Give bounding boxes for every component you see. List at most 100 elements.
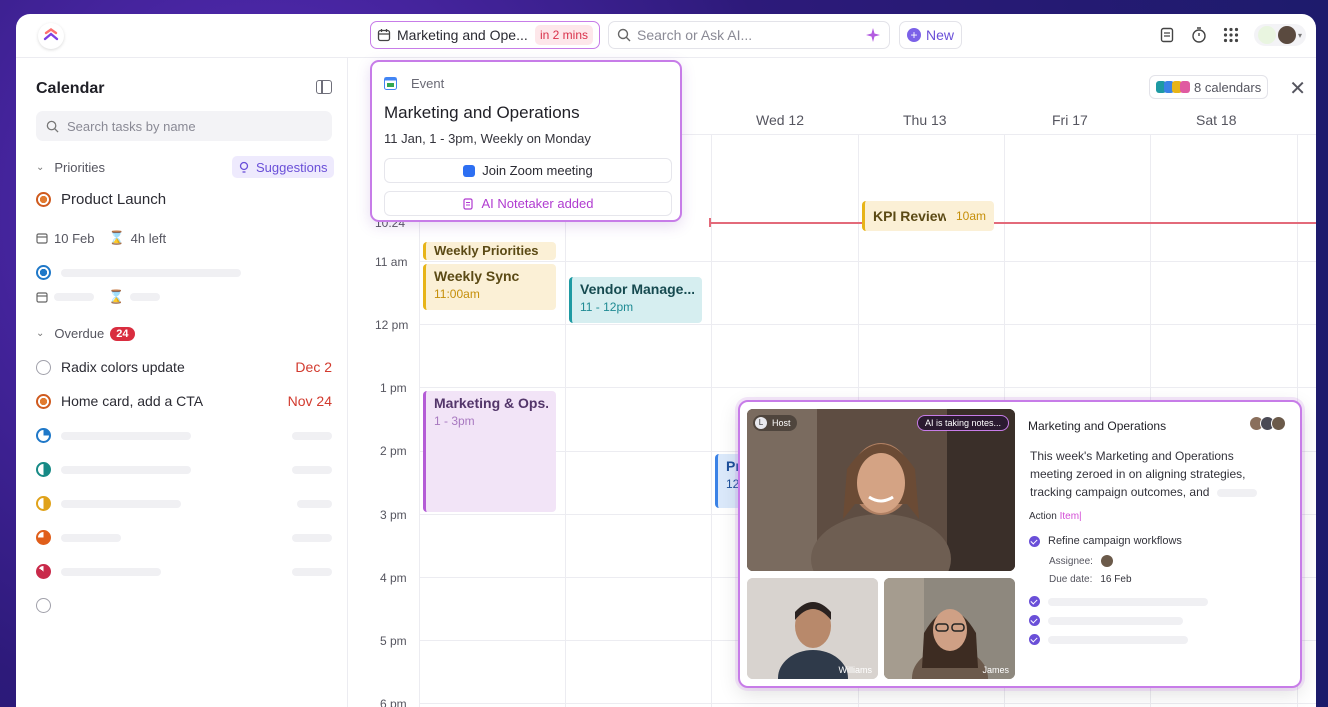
overdue-task-placeholder[interactable] <box>36 564 332 579</box>
action-item-placeholder[interactable] <box>1029 634 1188 645</box>
action-items-prefix: Action <box>1029 511 1057 522</box>
task-status-icon[interactable] <box>36 393 51 409</box>
avatar[interactable] <box>1100 555 1113 567</box>
task-due-date: Dec 2 <box>295 359 332 375</box>
sidebar-collapse-icon[interactable] <box>316 80 332 94</box>
new-button-label: New <box>925 27 954 43</box>
close-icon[interactable]: ✕ <box>1289 76 1306 101</box>
new-button[interactable]: + New <box>899 21 962 49</box>
loading-placeholder <box>1048 635 1188 644</box>
event-vendor-management[interactable]: Vendor Manage... 11 - 12pm <box>569 277 702 323</box>
action-item-assignee: Assignee: <box>1049 555 1113 567</box>
event-title: Marketing & Ops... <box>434 395 548 411</box>
hour-label: 5 pm <box>380 634 407 648</box>
suggestions-button[interactable]: Suggestions <box>232 156 334 178</box>
notepad-icon[interactable] <box>1158 26 1176 44</box>
overdue-task-placeholder[interactable] <box>36 530 332 545</box>
ai-sparkle-icon[interactable] <box>865 27 881 43</box>
loading-placeholder <box>1048 597 1208 606</box>
timer-icon[interactable] <box>1190 26 1208 44</box>
participant-video-james[interactable]: James <box>884 578 1015 679</box>
progress-status-icon[interactable] <box>36 496 51 511</box>
check-circle-icon[interactable] <box>1029 634 1040 645</box>
priorities-section-toggle[interactable]: ⌄ Priorities <box>36 160 105 175</box>
progress-status-icon[interactable] <box>36 462 51 477</box>
join-zoom-button[interactable]: Join Zoom meeting <box>384 158 672 183</box>
task-status-icon[interactable] <box>36 192 51 207</box>
task-search-input[interactable]: Search tasks by name <box>36 111 332 141</box>
task-name: Product Launch <box>61 191 167 208</box>
check-circle-icon[interactable] <box>1029 535 1040 547</box>
participant-video-williams[interactable]: Williams <box>747 578 878 679</box>
app-logo-icon[interactable] <box>38 23 64 49</box>
account-menu[interactable]: ▾ <box>1253 24 1306 46</box>
host-video[interactable]: L Host AI is taking notes... <box>747 409 1015 571</box>
event-kpi-review[interactable]: KPI Review 10am <box>862 201 994 231</box>
user-avatar <box>1277 26 1296 44</box>
action-item-placeholder[interactable] <box>1029 615 1183 626</box>
global-search-input[interactable]: Search or Ask AI... <box>608 21 890 49</box>
ai-notetaker-button[interactable]: AI Notetaker added <box>384 191 672 216</box>
hour-label: 1 pm <box>380 381 407 395</box>
event-time: 11 - 12pm <box>580 300 634 314</box>
hour-label: 12 pm <box>375 318 409 332</box>
overdue-task[interactable]: Radix colors update Dec 2 <box>36 359 332 375</box>
overdue-task-placeholder[interactable] <box>36 598 332 613</box>
task-status-icon[interactable] <box>36 265 51 280</box>
day-header-thu[interactable]: Thu 13 <box>903 112 947 128</box>
search-placeholder: Search or Ask AI... <box>637 27 753 43</box>
progress-status-icon[interactable] <box>36 428 51 443</box>
day-header-wed[interactable]: Wed 12 <box>756 112 804 128</box>
action-item[interactable]: Refine campaign workflows <box>1029 535 1182 547</box>
day-header-sat[interactable]: Sat 18 <box>1196 112 1236 128</box>
task-meta-placeholder: ⌛ <box>36 289 161 305</box>
check-circle-icon[interactable] <box>1029 615 1040 626</box>
overdue-task-placeholder[interactable] <box>36 496 332 511</box>
overdue-section-toggle[interactable]: ⌄ Overdue 24 <box>36 326 135 341</box>
event-weekly-sync[interactable]: Weekly Sync 11:00am <box>423 264 556 310</box>
task-due-date: Nov 24 <box>287 393 332 409</box>
assignee-label: Assignee: <box>1049 555 1093 567</box>
join-zoom-label: Join Zoom meeting <box>482 163 593 178</box>
hour-label: 11 am <box>375 255 408 269</box>
priority-task-product-launch[interactable]: Product Launch <box>36 191 332 208</box>
event-time: 1 - 3pm <box>434 414 475 428</box>
loading-placeholder <box>297 499 332 508</box>
workspace-avatar <box>1257 26 1276 44</box>
task-status-icon[interactable] <box>36 598 51 613</box>
check-circle-icon[interactable] <box>1029 596 1040 607</box>
priority-task-placeholder[interactable] <box>36 265 332 280</box>
task-name: Home card, add a CTA <box>61 393 204 409</box>
meeting-summary-text: This week's Marketing and Operations mee… <box>1030 449 1246 499</box>
suggestions-label: Suggestions <box>256 159 328 175</box>
chevron-down-icon: ⌄ <box>36 328 45 339</box>
host-label: Host <box>772 418 791 428</box>
hourglass-icon: ⌛ <box>108 289 125 304</box>
event-marketing-ops[interactable]: Marketing & Ops... 1 - 3pm <box>423 391 556 512</box>
attendee-avatars[interactable] <box>1249 416 1286 431</box>
action-item-placeholder[interactable] <box>1029 596 1208 607</box>
loading-placeholder <box>292 567 332 576</box>
apps-grid-icon[interactable] <box>1222 26 1240 44</box>
loading-placeholder <box>54 293 94 301</box>
app-window: Marketing and Ope... in 2 mins Search or… <box>16 14 1316 707</box>
progress-status-icon[interactable] <box>36 564 51 579</box>
calendars-selector[interactable]: 8 calendars <box>1149 75 1269 99</box>
event-title: Weekly Sync <box>434 268 520 284</box>
event-weekly-priorities[interactable]: Weekly Priorities <box>423 242 556 260</box>
progress-status-icon[interactable] <box>36 530 51 545</box>
day-header-fri[interactable]: Fri 17 <box>1052 112 1088 128</box>
overdue-task[interactable]: Home card, add a CTA Nov 24 <box>36 393 332 409</box>
sidebar: Calendar Search tasks by name ⌄ Prioriti… <box>16 58 348 707</box>
upcoming-event-pill[interactable]: Marketing and Ope... in 2 mins <box>370 21 600 49</box>
overdue-task-placeholder[interactable] <box>36 462 332 477</box>
task-date: 10 Feb <box>54 230 95 246</box>
plus-icon: + <box>906 28 921 42</box>
loading-placeholder <box>1048 616 1183 625</box>
task-status-icon[interactable] <box>36 359 51 375</box>
grid-line <box>419 324 1316 325</box>
priority-task-meta: 10 Feb ⌛ 4h left <box>36 230 166 246</box>
overdue-task-placeholder[interactable] <box>36 428 332 443</box>
overdue-count-badge: 24 <box>110 326 135 341</box>
grid-line <box>419 261 1316 262</box>
